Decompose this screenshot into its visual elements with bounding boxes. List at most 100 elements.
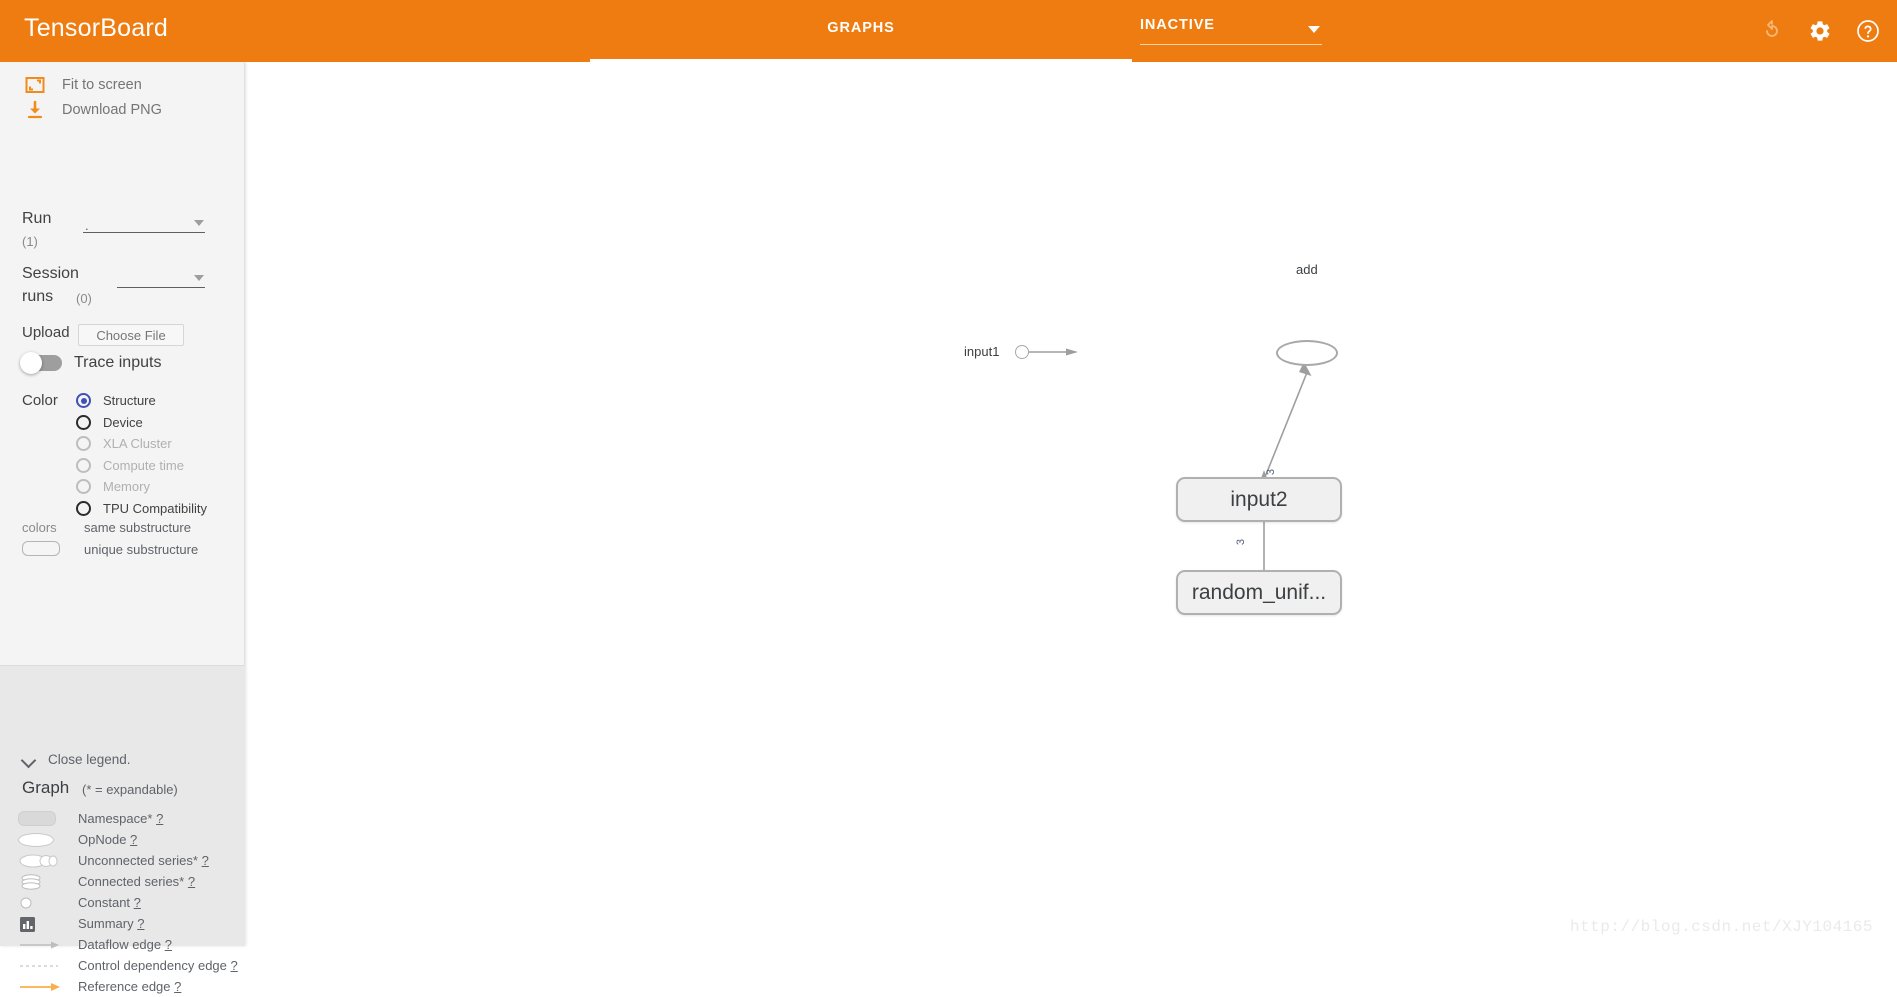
summary-icon (18, 915, 64, 933)
legend-item-opnode: OpNode ? (0, 829, 245, 850)
fit-to-screen-button[interactable]: Fit to screen (24, 72, 142, 98)
help-link[interactable]: ? (165, 937, 172, 952)
color-key-same-label: same substructure (84, 520, 191, 535)
legend-item-label: Control dependency edge ? (78, 958, 238, 973)
color-option-tpu-compatibility[interactable]: TPU Compatibility (76, 498, 207, 520)
refresh-icon[interactable] (1759, 18, 1785, 44)
legend-item-label: OpNode ? (78, 832, 138, 847)
caret-down-icon (1308, 26, 1320, 33)
dataflow-edge-icon (18, 936, 64, 954)
session-runs-dropdown[interactable] (117, 268, 205, 288)
sidebar-controls: Fit to screen Download PNG Run (1) . Ses… (0, 62, 244, 665)
graph-node-random-uniform-label: random_unif... (1191, 580, 1327, 604)
graph-node-input2-label: input2 (1230, 487, 1288, 511)
unconnected-series-icon (18, 852, 64, 870)
tab-graphs-label: GRAPHS (827, 20, 895, 36)
watermark: http://blog.csdn.net/XJY104165 (1569, 918, 1873, 936)
help-link[interactable]: ? (137, 916, 144, 931)
node-label-input1: input1 (964, 344, 1000, 359)
help-link[interactable]: ? (174, 979, 181, 994)
legend-item-connected-series: Connected series* ? (0, 871, 245, 892)
chevron-down-icon (194, 220, 204, 226)
legend-item-label: Connected series* ? (78, 874, 196, 889)
legend-heading: Graph (* = expandable) (22, 778, 178, 798)
legend-item-reference-edge: Reference edge ? (0, 976, 245, 997)
color-key-label: colors (22, 520, 57, 535)
legend-item-label: Reference edge ? (78, 979, 182, 994)
legend-item-summary: Summary ? (0, 913, 245, 934)
legend-item-label: Namespace* ? (78, 811, 164, 826)
graph-node-add[interactable] (1276, 340, 1338, 366)
close-legend-label: Close legend. (48, 752, 131, 767)
color-option-label: Structure (103, 393, 156, 409)
color-option-label: Memory (103, 479, 150, 495)
radio-icon (76, 479, 91, 495)
top-app-bar: TensorBoard GRAPHS INACTIVE (0, 0, 1897, 62)
inactive-run-dropdown[interactable]: INACTIVE (1140, 14, 1322, 45)
chevron-down-icon (194, 275, 204, 281)
color-key: colors same substructure unique substruc… (0, 517, 245, 564)
graph-canvas[interactable]: add input1 3 input2 3 random_unif... htt… (246, 62, 1897, 946)
connected-series-icon (18, 873, 64, 891)
choose-file-button[interactable]: Choose File (78, 324, 184, 346)
color-option-compute-time: Compute time (76, 455, 207, 477)
fit-to-screen-label: Fit to screen (62, 77, 142, 93)
control-dependency-edge-icon (18, 957, 64, 975)
tab-graphs[interactable]: GRAPHS (590, 0, 1132, 62)
constant-icon (18, 894, 64, 912)
download-png-button[interactable]: Download PNG (24, 97, 162, 123)
run-label: Run (22, 210, 52, 227)
legend-item-label: Dataflow edge ? (78, 937, 172, 952)
color-option-device[interactable]: Device (76, 412, 207, 434)
gear-icon[interactable] (1807, 18, 1833, 44)
color-key-same-row: colors same substructure (0, 517, 245, 538)
radio-icon (76, 457, 91, 473)
tab-bar: GRAPHS (590, 0, 1132, 62)
color-option-structure[interactable]: Structure (76, 390, 207, 412)
top-bar-icons (1759, 0, 1881, 62)
help-icon[interactable] (1855, 18, 1881, 44)
legend-item-namespace: Namespace* ? (0, 808, 245, 829)
toggle-knob (20, 352, 42, 374)
tab-active-indicator (590, 59, 1132, 62)
fit-to-screen-icon (24, 74, 46, 96)
color-option-memory: Memory (76, 476, 207, 498)
legend-item-control-dependency-edge: Control dependency edge ? (0, 955, 245, 976)
help-link[interactable]: ? (156, 811, 163, 826)
graph-node-random-uniform[interactable]: random_unif... (1176, 570, 1342, 615)
legend-item-dataflow-edge: Dataflow edge ? (0, 934, 245, 955)
color-key-unique-row: unique substructure (0, 538, 245, 564)
legend-panel: Close legend. Graph (* = expandable) Nam… (0, 666, 245, 994)
run-count: (1) (22, 234, 38, 249)
trace-inputs-toggle[interactable]: Trace inputs (20, 352, 161, 374)
help-link[interactable]: ? (188, 874, 195, 889)
help-link[interactable]: ? (231, 958, 238, 973)
run-dropdown[interactable]: . (83, 213, 205, 233)
color-option-label: Device (103, 414, 143, 430)
close-legend-button[interactable]: Close legend. (22, 752, 131, 767)
graph-node-input1[interactable] (1015, 345, 1029, 359)
edge-label-random-uniform-input2: 3 (1235, 538, 1248, 546)
legend-note: (* = expandable) (82, 782, 178, 797)
node-label-add: add (1296, 262, 1318, 277)
session-runs-label2: runs (22, 288, 54, 305)
edge-label-input2-add: 3 (1265, 468, 1278, 476)
help-link[interactable]: ? (202, 853, 209, 868)
help-link[interactable]: ? (134, 895, 141, 910)
app-brand: TensorBoard (24, 14, 168, 42)
opnode-icon (18, 831, 64, 849)
graph-node-input2[interactable]: input2 (1176, 477, 1342, 522)
run-dropdown-value: . (85, 218, 89, 233)
color-option-xla-cluster: XLA Cluster (76, 433, 207, 455)
reference-edge-icon (18, 978, 64, 996)
color-option-label: Compute time (103, 457, 184, 473)
legend-item-label: Summary ? (78, 916, 145, 931)
toggle-track (20, 352, 62, 374)
help-link[interactable]: ? (130, 832, 137, 847)
download-icon (24, 99, 46, 121)
legend-item-label: Constant ? (78, 895, 141, 910)
radio-icon (76, 414, 91, 430)
color-radio-group: Structure Device XLA Cluster Compute tim… (76, 390, 207, 519)
sidebar: Fit to screen Download PNG Run (1) . Ses… (0, 62, 245, 994)
color-group-label: Color (22, 392, 58, 409)
